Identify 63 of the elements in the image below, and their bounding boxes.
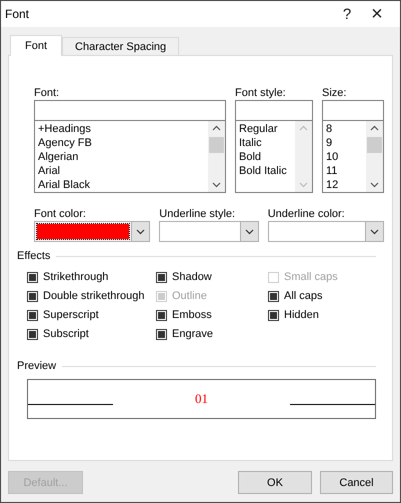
checkbox-label[interactable]: Hidden — [284, 309, 319, 321]
input-field[interactable] — [322, 100, 384, 120]
dialog-button[interactable]: Cancel — [320, 471, 393, 494]
checkbox-label[interactable]: Emboss — [172, 309, 212, 321]
chevron-down-icon — [370, 228, 379, 234]
checkbox-label[interactable]: Engrave — [172, 328, 213, 340]
list-item[interactable]: Agency FB — [38, 136, 205, 150]
list-item[interactable]: 8 — [326, 122, 363, 136]
list-item[interactable]: 10 — [326, 150, 363, 164]
list-item[interactable]: Italic — [239, 136, 292, 150]
field-label: Font style: — [235, 86, 287, 100]
dropdown[interactable] — [34, 221, 150, 242]
checkbox[interactable] — [156, 310, 167, 320]
input-field[interactable] — [34, 100, 226, 120]
list-item[interactable]: +Headings — [38, 122, 205, 136]
tab[interactable]: Character Spacing — [62, 37, 180, 55]
list-item[interactable]: 12 — [326, 178, 363, 192]
checkbox-label[interactable]: Superscript — [43, 309, 99, 321]
input-field[interactable] — [235, 100, 313, 120]
checkbox[interactable] — [27, 272, 38, 282]
field-label: Underline color: — [268, 207, 346, 221]
group-label: Preview — [17, 360, 58, 372]
list-item[interactable]: Arial — [38, 164, 205, 178]
scroll-thumb[interactable] — [367, 137, 382, 153]
list-item[interactable]: Arial Black — [38, 178, 205, 192]
list-item[interactable]: Bold Italic — [239, 164, 292, 178]
list-item[interactable]: 11 — [326, 164, 363, 178]
field-label: Font: — [34, 86, 60, 100]
close-button[interactable]: × — [362, 2, 392, 26]
checkbox-label[interactable]: Double strikethrough — [43, 290, 145, 302]
list-item[interactable]: Algerian — [38, 150, 205, 164]
scrollbar[interactable] — [295, 121, 312, 192]
field-label: Size: — [322, 86, 348, 100]
list-box[interactable]: +Headings Agency FB Algerian Arial Arial Black — [34, 120, 226, 193]
checkbox-label[interactable]: Shadow — [172, 271, 212, 283]
checkbox-label[interactable]: All caps — [284, 290, 323, 302]
window-title: Font — [5, 7, 30, 21]
list-item[interactable]: 9 — [326, 136, 363, 150]
field-label: Font color: — [34, 207, 87, 221]
checkbox-label[interactable]: Subscript — [43, 328, 89, 340]
checkbox[interactable] — [268, 310, 279, 320]
checkbox[interactable] — [27, 290, 38, 302]
tab[interactable]: Font — [10, 35, 62, 56]
list-item[interactable]: Regular — [239, 122, 292, 136]
group-label: Effects — [17, 250, 52, 262]
list-box[interactable]: Regular Italic Bold Bold Italic — [235, 120, 313, 193]
scrollbar[interactable] — [366, 121, 383, 192]
checkbox[interactable] — [156, 328, 167, 340]
field-label: Underline style: — [159, 207, 236, 221]
checkbox[interactable] — [27, 328, 38, 340]
preview-text: 01 — [195, 391, 208, 407]
list-box[interactable]: 8 9 10 11 12 — [322, 120, 384, 193]
checkbox[interactable] — [268, 290, 279, 302]
dialog-button[interactable]: OK — [238, 471, 312, 494]
chevron-down-icon — [244, 228, 254, 234]
checkbox-label[interactable]: Strikethrough — [43, 271, 108, 283]
checkbox[interactable] — [27, 310, 38, 320]
scroll-thumb[interactable] — [209, 137, 224, 153]
help-button[interactable]: ? — [332, 2, 362, 26]
scrollbar[interactable] — [208, 121, 225, 192]
chevron-down-icon — [136, 228, 146, 234]
checkbox[interactable] — [156, 272, 167, 282]
list-item[interactable]: Bold — [239, 150, 292, 164]
